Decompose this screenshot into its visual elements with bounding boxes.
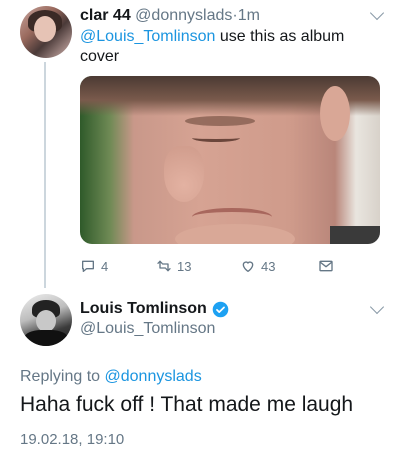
avatar[interactable] [20,6,72,58]
chevron-down-icon[interactable] [369,5,385,21]
thread-connector-line [44,62,46,288]
replying-to: Replying to @donnyslads [20,368,202,386]
author-name-row: Louis Tomlinson [80,300,229,318]
reply-button[interactable]: 4 [80,256,108,276]
retweet-button[interactable]: 13 [156,256,191,276]
direct-message-button[interactable] [318,256,339,276]
like-count: 43 [261,258,276,274]
tweet-timestamp[interactable]: 19.02.18, 19:10 [20,431,124,448]
avatar[interactable] [20,294,72,346]
tweet-text: @Louis_Tomlinson use this as album cover [80,27,380,67]
replying-handle-link[interactable]: @donnyslads [105,368,202,385]
author-name[interactable]: Louis Tomlinson [80,300,207,318]
author-handle[interactable]: @Louis_Tomlinson [80,320,215,338]
retweet-count: 13 [177,258,192,274]
reply-icon [82,260,94,272]
retweet-icon [157,260,171,272]
envelope-icon [319,260,333,272]
tweet-actions: 4 13 43 [80,256,340,276]
replying-prefix: Replying to [20,368,105,385]
heart-icon [242,261,254,272]
like-button[interactable]: 43 [240,256,275,276]
tweet-text: Haha fuck off ! That made me laugh [20,393,354,416]
verified-badge-icon [212,301,229,317]
tweet-time[interactable]: 1m [238,7,260,24]
mention-link[interactable]: @Louis_Tomlinson [80,28,215,45]
tweet-header: clar 44 @donnyslads·1m [80,7,260,25]
author-handle[interactable]: @donnyslads [135,7,232,24]
tweet-text-rest: use this as album [215,28,345,45]
reply-count: 4 [101,258,109,274]
tweet-text-line2: cover [80,48,120,65]
chevron-down-icon[interactable] [369,299,385,315]
author-name[interactable]: clar 44 [80,7,131,24]
tweet-photo[interactable] [80,76,380,244]
